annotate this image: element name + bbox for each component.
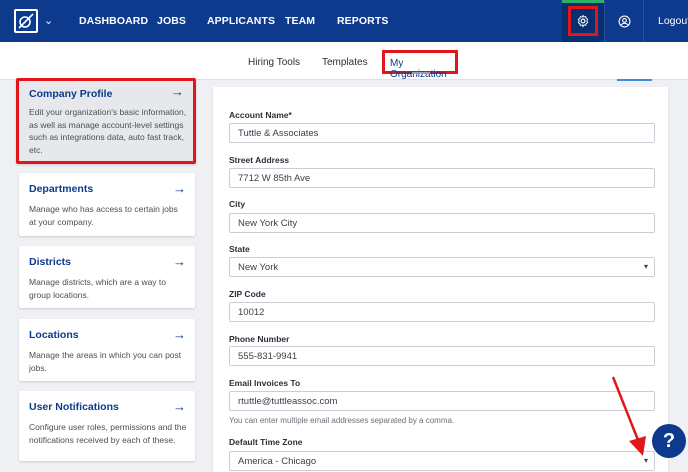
card-description: Manage districts, which are a way to gro… <box>29 277 167 300</box>
account-name-label: Account Name* <box>229 110 292 120</box>
logo-icon[interactable] <box>14 9 38 33</box>
phone-number-field[interactable]: 555-831-9941 <box>229 346 655 366</box>
logout-link[interactable]: Logout <box>658 15 688 27</box>
active-indicator <box>562 0 604 3</box>
account-name-field[interactable]: Tuttle & Associates <box>229 123 655 143</box>
help-button[interactable]: ? <box>652 424 686 458</box>
tab-my-organization[interactable]: My Organization <box>382 50 458 80</box>
arrow-right-icon: → <box>173 254 186 269</box>
card-title: Company Profile <box>29 88 113 100</box>
profile-button[interactable] <box>604 0 644 42</box>
city-label: City <box>229 199 246 209</box>
email-invoices-field[interactable]: rtuttle@tuttleassoc.com <box>229 391 655 411</box>
arrow-right-icon: → <box>173 327 186 342</box>
user-circle-icon <box>618 15 630 27</box>
tab-templates[interactable]: Templates <box>322 57 368 68</box>
phone-number-label: Phone Number <box>229 334 290 344</box>
tab-hiring-tools[interactable]: Hiring Tools <box>248 57 300 68</box>
sub-navigation: Hiring Tools Templates <box>0 42 688 80</box>
card-departments[interactable]: Departments → Manage who has access to c… <box>19 173 195 236</box>
card-districts[interactable]: Districts → Manage districts, which are … <box>19 246 195 308</box>
card-title: Departments <box>29 183 94 195</box>
zip-code-label: ZIP Code <box>229 289 266 299</box>
chevron-down-icon: ▾ <box>643 262 648 271</box>
company-profile-form: Account Name* Tuttle & Associates Street… <box>213 87 668 472</box>
email-invoices-label: Email Invoices To <box>229 378 301 388</box>
card-description: Manage the areas in which you can post j… <box>29 350 182 373</box>
tab-my-organization-label: My Organization <box>390 58 447 80</box>
top-navigation-bar: ⌄ DASHBOARD JOBS APPLICANTS TEAM REPORTS… <box>0 0 688 42</box>
scroll-hint-line <box>412 72 430 74</box>
city-field[interactable]: New York City <box>229 213 655 233</box>
chevron-down-icon: ▾ <box>643 456 648 465</box>
state-select[interactable]: New York ▾ <box>229 257 655 277</box>
card-description: Manage who has access to certain jobs at… <box>29 204 178 227</box>
street-address-label: Street Address <box>229 155 290 165</box>
card-description: Edit your organization's basic informati… <box>29 107 187 155</box>
nav-jobs[interactable]: JOBS <box>157 15 186 27</box>
street-address-field[interactable]: 7712 W 85th Ave <box>229 168 655 188</box>
card-locations[interactable]: Locations → Manage the areas in which yo… <box>19 319 195 381</box>
card-title: User Notifications <box>29 401 119 413</box>
card-user-notifications[interactable]: User Notifications → Configure user role… <box>19 391 195 461</box>
state-value: New York <box>238 262 279 273</box>
arrow-right-icon: → <box>173 181 186 196</box>
chevron-down-icon[interactable]: ⌄ <box>44 14 53 27</box>
settings-tab[interactable] <box>562 0 604 42</box>
time-zone-label: Default Time Zone <box>229 437 303 447</box>
arrow-right-icon: → <box>171 84 184 99</box>
gear-icon <box>577 14 589 28</box>
arrow-right-icon: → <box>173 399 186 414</box>
nav-dashboard[interactable]: DASHBOARD <box>79 15 148 27</box>
time-zone-select[interactable]: America - Chicago ▾ <box>229 451 655 471</box>
card-title: Locations <box>29 329 79 341</box>
scroll-hint-accent <box>617 79 652 81</box>
nav-team[interactable]: TEAM <box>285 15 315 27</box>
card-title: Districts <box>29 256 72 268</box>
state-label: State <box>229 244 250 254</box>
nav-applicants[interactable]: APPLICANTS <box>207 15 275 27</box>
card-description: Configure user roles, permissions and th… <box>29 422 187 445</box>
nav-reports[interactable]: REPORTS <box>337 15 388 27</box>
card-company-profile[interactable]: Company Profile → Edit your organization… <box>16 78 196 164</box>
settings-button[interactable] <box>568 6 598 36</box>
email-hint: You can enter multiple email addresses s… <box>229 416 455 425</box>
time-zone-value: America - Chicago <box>238 456 317 467</box>
zip-code-field[interactable]: 10012 <box>229 302 655 322</box>
